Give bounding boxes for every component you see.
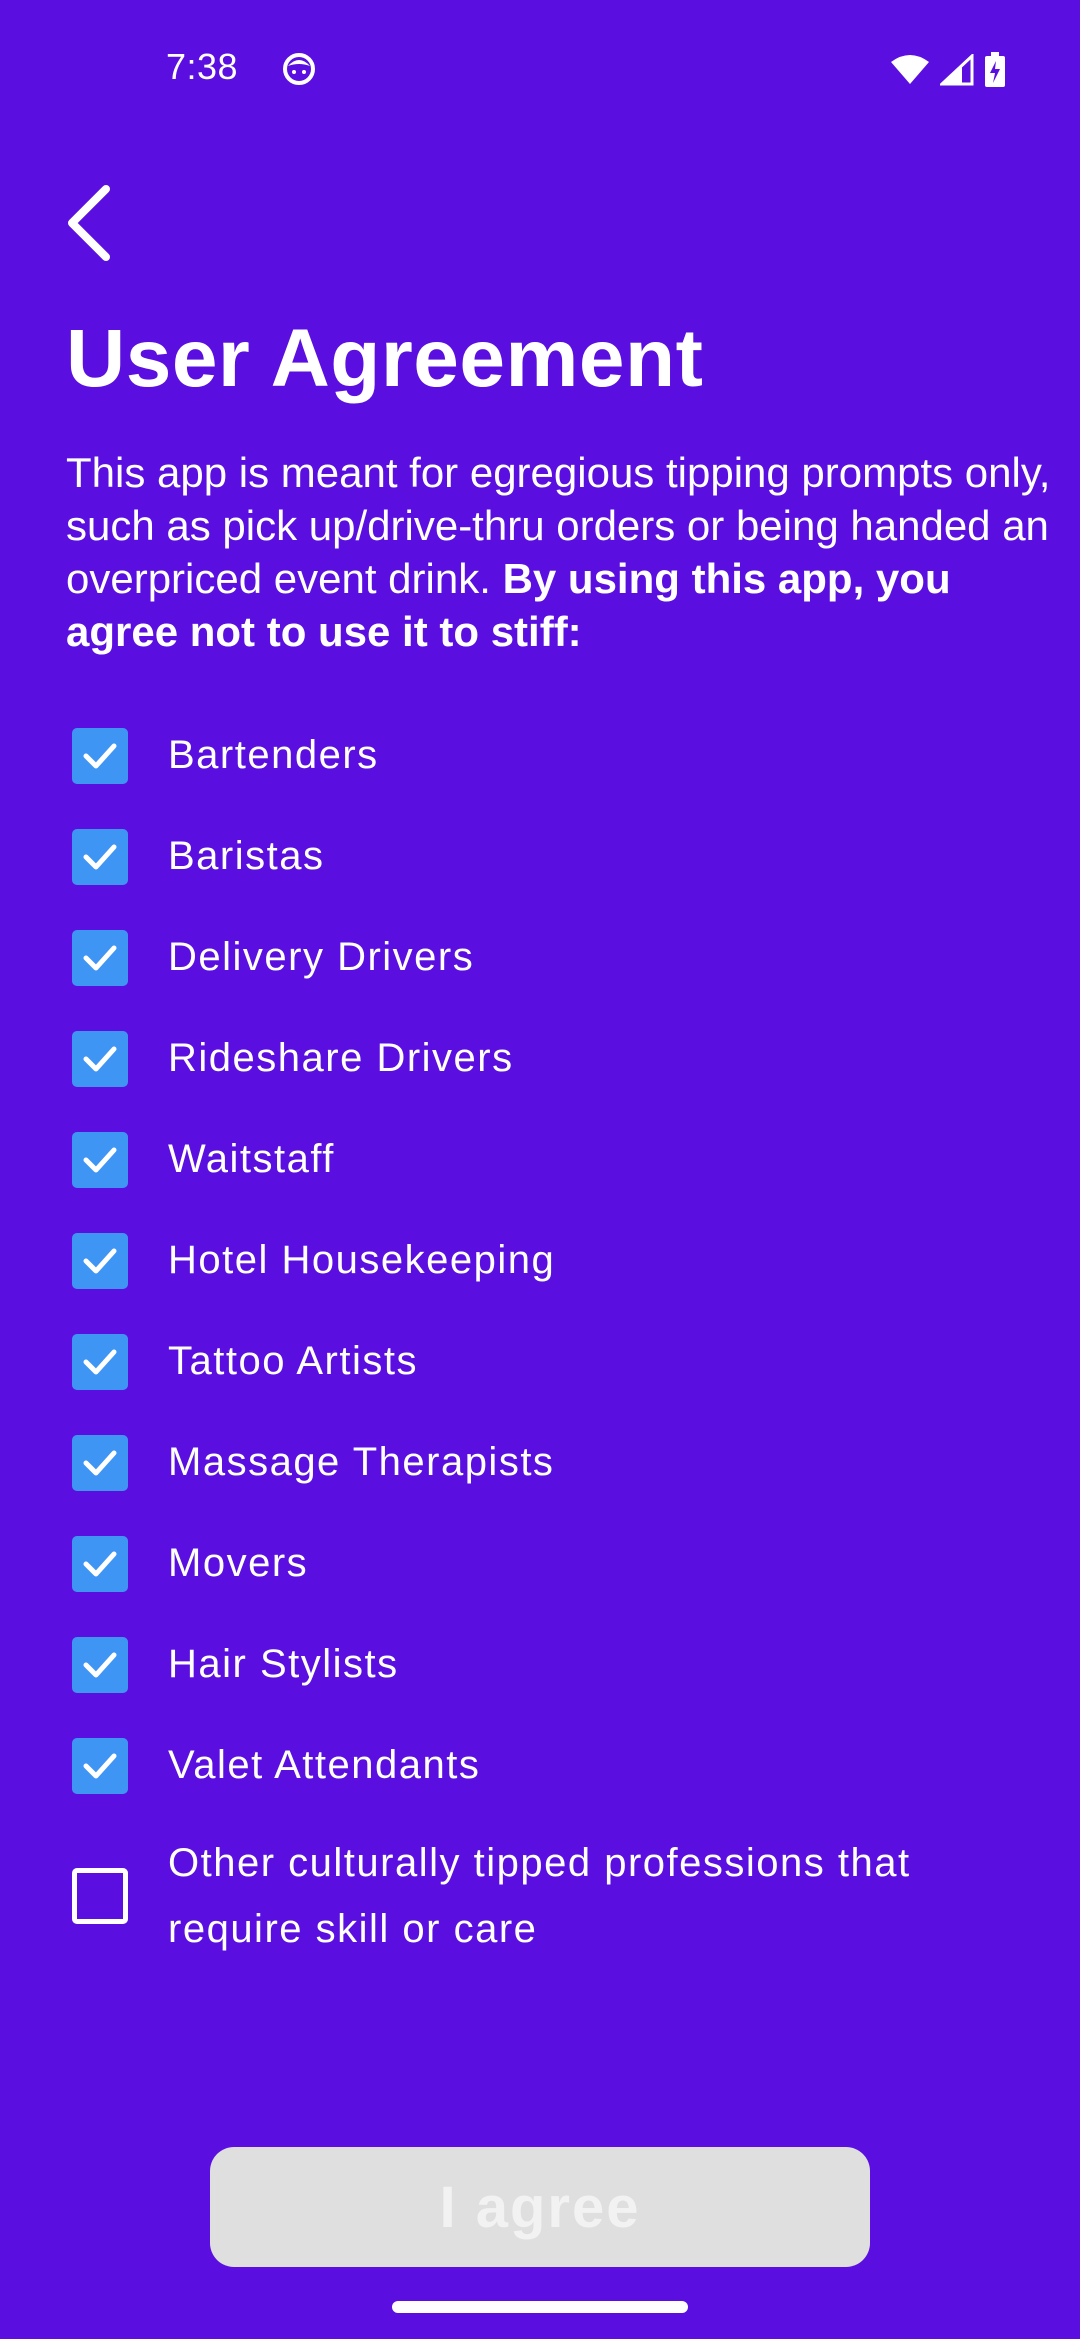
- checkbox-checked[interactable]: [72, 1333, 128, 1390]
- intro-text: This app is meant for egregious tipping …: [66, 446, 1056, 658]
- signal-icon: [938, 52, 974, 91]
- profession-label: Waitstaff: [168, 1137, 335, 1181]
- profession-label: Hotel Housekeeping: [168, 1238, 556, 1282]
- profession-label: Hair Stylists: [168, 1642, 399, 1686]
- checkbox-checked[interactable]: [72, 828, 128, 885]
- checkbox-checked[interactable]: [72, 727, 128, 784]
- profession-label: Baristas: [168, 834, 325, 878]
- wifi-icon: [890, 54, 930, 91]
- checkbox-checked[interactable]: [72, 1434, 128, 1491]
- profession-item-other[interactable]: Other culturally tipped professions that…: [0, 1816, 1080, 1976]
- profession-item-massage-therapists[interactable]: Massage Therapists: [0, 1412, 1080, 1513]
- check-icon: [83, 1652, 117, 1677]
- checkbox-checked[interactable]: [72, 1737, 128, 1794]
- status-icons: [890, 52, 1006, 93]
- check-icon: [83, 1450, 117, 1475]
- checkbox-checked[interactable]: [72, 1535, 128, 1592]
- check-icon: [83, 1046, 117, 1071]
- profession-label: Other culturally tipped professions that…: [168, 1841, 911, 1951]
- check-icon: [83, 1248, 117, 1273]
- checkbox-checked[interactable]: [72, 1232, 128, 1289]
- checkbox-checked[interactable]: [72, 1636, 128, 1693]
- page-title: User Agreement: [66, 313, 704, 404]
- check-icon: [83, 844, 117, 869]
- profession-item-hair-stylists[interactable]: Hair Stylists: [0, 1614, 1080, 1715]
- agree-button[interactable]: I agree: [210, 2147, 870, 2267]
- checkbox-checked[interactable]: [72, 1030, 128, 1087]
- check-icon: [83, 1753, 117, 1778]
- check-icon: [83, 743, 117, 768]
- profession-label: Tattoo Artists: [168, 1339, 418, 1383]
- profession-item-waitstaff[interactable]: Waitstaff: [0, 1109, 1080, 1210]
- check-icon: [83, 945, 117, 970]
- profession-label: Massage Therapists: [168, 1440, 555, 1484]
- profession-label: Bartenders: [168, 733, 379, 777]
- check-icon: [83, 1551, 117, 1576]
- profession-item-delivery-drivers[interactable]: Delivery Drivers: [0, 907, 1080, 1008]
- profession-item-movers[interactable]: Movers: [0, 1513, 1080, 1614]
- battery-charging-icon: [984, 52, 1006, 93]
- home-indicator[interactable]: [392, 2301, 688, 2313]
- profession-item-valet-attendants[interactable]: Valet Attendants: [0, 1715, 1080, 1816]
- check-icon: [83, 1147, 117, 1172]
- profession-item-hotel-housekeeping[interactable]: Hotel Housekeeping: [0, 1210, 1080, 1311]
- face-icon: [282, 52, 316, 86]
- back-button[interactable]: [54, 182, 124, 268]
- status-bar: 7:38: [0, 0, 1080, 140]
- checkbox-unchecked[interactable]: [72, 1868, 128, 1924]
- profession-item-tattoo-artists[interactable]: Tattoo Artists: [0, 1311, 1080, 1412]
- profession-label: Valet Attendants: [168, 1743, 481, 1787]
- chevron-left-icon: [64, 184, 114, 267]
- profession-label: Delivery Drivers: [168, 935, 475, 979]
- checkbox-checked[interactable]: [72, 929, 128, 986]
- checkbox-checked[interactable]: [72, 1131, 128, 1188]
- profession-item-bartenders[interactable]: Bartenders: [0, 705, 1080, 806]
- profession-label: Rideshare Drivers: [168, 1036, 514, 1080]
- profession-item-rideshare-drivers[interactable]: Rideshare Drivers: [0, 1008, 1080, 1109]
- check-icon: [83, 1349, 117, 1374]
- profession-label: Movers: [168, 1541, 309, 1585]
- profession-item-baristas[interactable]: Baristas: [0, 806, 1080, 907]
- status-time: 7:38: [166, 46, 239, 87]
- profession-list: Bartenders Baristas Delivery Drivers Rid…: [0, 705, 1080, 1976]
